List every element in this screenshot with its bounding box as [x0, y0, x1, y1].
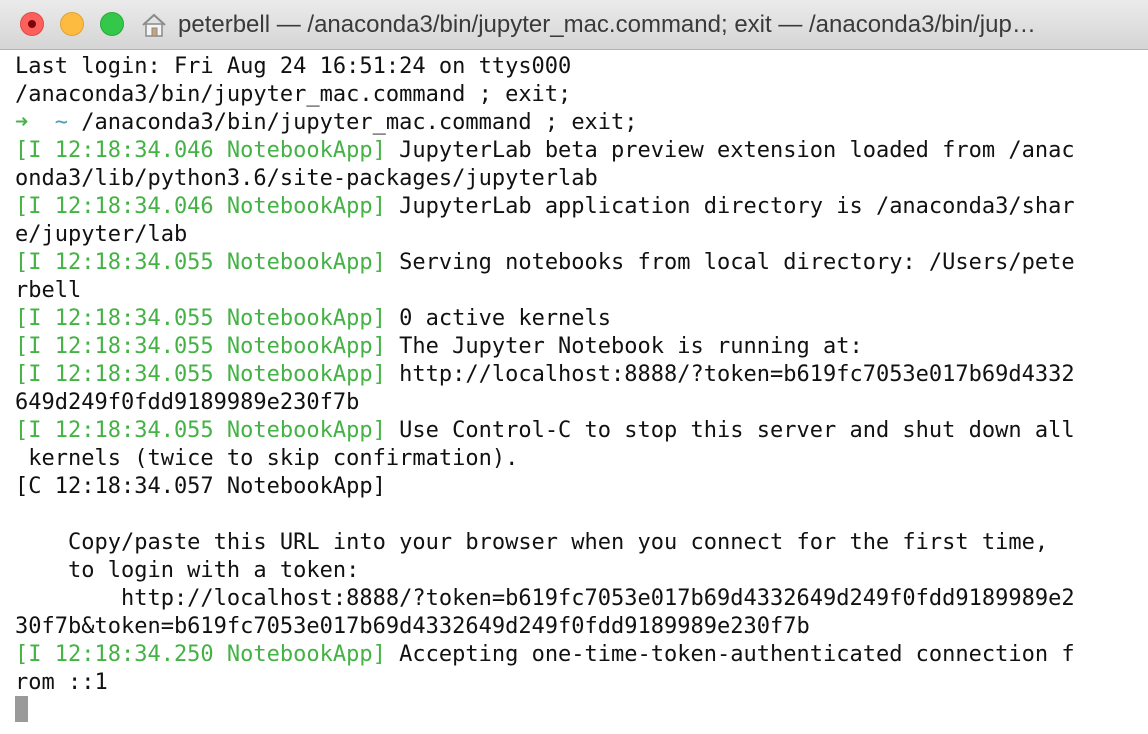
terminal-line: [I 12:18:34.046 NotebookApp] JupyterLab …: [15, 193, 1075, 221]
terminal-line: rom ::1: [15, 669, 1075, 697]
line-text: /anaconda3/bin/jupyter_mac.command ; exi…: [68, 110, 638, 135]
terminal-line: [I 12:18:34.055 NotebookApp] http://loca…: [15, 361, 1075, 389]
line-text: Last login: Fri Aug 24 16:51:24 on ttys0…: [15, 54, 572, 79]
terminal-line: [I 12:18:34.055 NotebookApp] Use Control…: [15, 417, 1075, 445]
line-text: http://localhost:8888/?token=b619fc7053e…: [15, 586, 1075, 611]
home-icon: [142, 13, 166, 37]
zoom-button[interactable]: [100, 12, 124, 36]
log-prefix: [I 12:18:34.055 NotebookApp]: [15, 306, 386, 331]
line-text: [C 12:18:34.057 NotebookApp]: [15, 474, 386, 499]
title-bar[interactable]: peterbell — /anaconda3/bin/jupyter_mac.c…: [0, 0, 1148, 50]
terminal-line: [I 12:18:34.055 NotebookApp] Serving not…: [15, 249, 1075, 277]
line-text: 30f7b&token=b619fc7053e017b69d4332649d24…: [15, 614, 810, 639]
terminal-line: rbell: [15, 277, 1075, 305]
line-text: http://localhost:8888/?token=b619fc7053e…: [385, 362, 1075, 387]
line-text: 649d249f0fdd9189989e230f7b: [15, 390, 360, 415]
terminal-lines: Last login: Fri Aug 24 16:51:24 on ttys0…: [15, 53, 1075, 697]
line-text: kernels (twice to skip confirmation).: [15, 446, 519, 471]
terminal-line: [I 12:18:34.250 NotebookApp] Accepting o…: [15, 641, 1075, 669]
log-prefix: [I 12:18:34.250 NotebookApp]: [15, 642, 386, 667]
terminal-line: ➜ ~ /anaconda3/bin/jupyter_mac.command ;…: [15, 109, 1075, 137]
log-prefix: [I 12:18:34.046 NotebookApp]: [15, 138, 386, 163]
line-text: JupyterLab beta preview extension loaded…: [385, 138, 1075, 163]
terminal-output[interactable]: Last login: Fri Aug 24 16:51:24 on ttys0…: [0, 51, 1148, 734]
log-prefix: [I 12:18:34.055 NotebookApp]: [15, 418, 386, 443]
log-prefix: [I 12:18:34.055 NotebookApp]: [15, 250, 386, 275]
prompt-directory: ~: [54, 110, 68, 135]
terminal-line: [I 12:18:34.055 NotebookApp] The Jupyter…: [15, 333, 1075, 361]
line-text: Use Control-C to stop this server and sh…: [385, 418, 1075, 443]
log-prefix: [I 12:18:34.046 NotebookApp]: [15, 194, 386, 219]
terminal-line: 649d249f0fdd9189989e230f7b: [15, 389, 1075, 417]
terminal-line: to login with a token:: [15, 557, 1075, 585]
line-text: Serving notebooks from local directory: …: [385, 250, 1075, 275]
line-text: Accepting one-time-token-authenticated c…: [385, 642, 1075, 667]
terminal-window: peterbell — /anaconda3/bin/jupyter_mac.c…: [0, 0, 1148, 734]
line-text: to login with a token:: [15, 558, 360, 583]
close-icon: [28, 20, 36, 28]
text-cursor: [15, 696, 28, 722]
window-title: peterbell — /anaconda3/bin/jupyter_mac.c…: [178, 11, 1036, 38]
line-text: 0 active kernels: [385, 306, 612, 331]
line-text: JupyterLab application directory is /ana…: [385, 194, 1075, 219]
line-text: e/jupyter/lab: [15, 222, 188, 247]
terminal-line: e/jupyter/lab: [15, 221, 1075, 249]
prompt-arrow-icon: ➜: [15, 110, 29, 135]
terminal-line: kernels (twice to skip confirmation).: [15, 445, 1075, 473]
terminal-line: [I 12:18:34.055 NotebookApp] 0 active ke…: [15, 305, 1075, 333]
terminal-line: http://localhost:8888/?token=b619fc7053e…: [15, 585, 1075, 613]
terminal-line: [I 12:18:34.046 NotebookApp] JupyterLab …: [15, 137, 1075, 165]
close-button[interactable]: [20, 12, 44, 36]
terminal-line: Copy/paste this URL into your browser wh…: [15, 529, 1075, 557]
terminal-line: [C 12:18:34.057 NotebookApp]: [15, 473, 1075, 501]
terminal-line: /anaconda3/bin/jupyter_mac.command ; exi…: [15, 81, 1075, 109]
line-text: Copy/paste this URL into your browser wh…: [15, 530, 1049, 555]
line-text: rom ::1: [15, 670, 108, 695]
minimize-button[interactable]: [60, 12, 84, 36]
line-text: /anaconda3/bin/jupyter_mac.command ; exi…: [15, 82, 572, 107]
line-text: The Jupyter Notebook is running at:: [385, 334, 863, 359]
terminal-line: onda3/lib/python3.6/site-packages/jupyte…: [15, 165, 1075, 193]
terminal-line: Last login: Fri Aug 24 16:51:24 on ttys0…: [15, 53, 1075, 81]
log-prefix: [I 12:18:34.055 NotebookApp]: [15, 334, 386, 359]
log-prefix: [I 12:18:34.055 NotebookApp]: [15, 362, 386, 387]
terminal-line: 30f7b&token=b619fc7053e017b69d4332649d24…: [15, 613, 1075, 641]
line-text: rbell: [15, 278, 82, 303]
line-text: onda3/lib/python3.6/site-packages/jupyte…: [15, 166, 598, 191]
line-text: [28, 110, 55, 135]
